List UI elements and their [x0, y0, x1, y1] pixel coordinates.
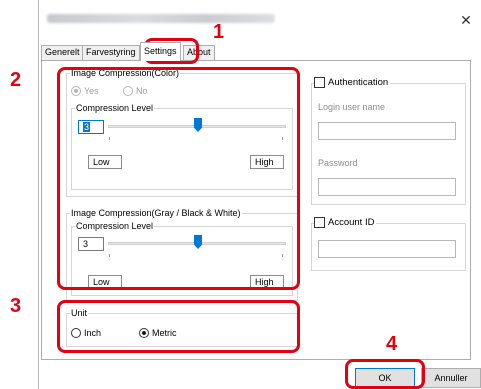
gray-compression-group: Image Compression(Gray / Black & White) … — [66, 208, 298, 301]
password-input[interactable] — [318, 178, 456, 196]
radio-dot-icon — [71, 86, 81, 96]
gray-compression-title: Image Compression(Gray / Black & White) — [70, 208, 242, 218]
color-yes-radio[interactable]: Yes — [71, 86, 99, 96]
checkbox-icon — [314, 217, 325, 228]
gray-low-label[interactable]: Low — [88, 275, 122, 289]
gray-compression-level-group: Compression Level 3 Low High — [71, 221, 293, 296]
tab-settings[interactable]: Settings — [140, 42, 181, 61]
gray-level-slider-thumb[interactable] — [194, 235, 202, 249]
slider-tick — [109, 254, 110, 257]
color-no-label: No — [136, 86, 148, 96]
callout-number-1: 1 — [213, 21, 225, 43]
color-low-label[interactable]: Low — [88, 155, 122, 169]
gray-level-input[interactable]: 3 — [78, 237, 104, 251]
account-id-checkbox[interactable]: Account ID — [314, 217, 377, 228]
slider-tick — [282, 254, 283, 257]
gray-level-title: Compression Level — [75, 221, 155, 231]
gray-high-label[interactable]: High — [250, 275, 284, 289]
color-compression-group: Image Compression(Color) Yes No Compress… — [66, 68, 298, 197]
authentication-label: Authentication — [328, 77, 389, 88]
radio-dot-icon — [71, 328, 81, 338]
color-level-slider-thumb[interactable] — [194, 118, 202, 132]
unit-inch-label: Inch — [84, 328, 102, 338]
color-level-title: Compression Level — [75, 103, 155, 113]
color-compression-title: Image Compression(Color) — [70, 68, 181, 78]
settings-tab-panel: Image Compression(Color) Yes No Compress… — [41, 60, 471, 360]
login-user-name-input[interactable] — [318, 122, 456, 140]
callout-number-3: 3 — [10, 295, 22, 317]
ok-button[interactable]: OK — [355, 368, 415, 388]
unit-inch-radio[interactable]: Inch — [71, 328, 101, 338]
cancel-button[interactable]: Annuller — [421, 368, 481, 388]
tab-about[interactable]: About — [183, 45, 215, 60]
unit-group: Unit Inch Metric — [66, 308, 298, 347]
tab-generelt[interactable]: Generelt — [41, 45, 84, 60]
radio-dot-icon — [139, 328, 149, 338]
account-id-group: Account ID — [311, 217, 466, 271]
slider-tick — [109, 137, 110, 140]
blurred-window-title — [47, 14, 275, 23]
callout-number-2: 2 — [10, 69, 22, 91]
checkbox-icon — [314, 77, 325, 88]
password-label: Password — [318, 158, 358, 168]
unit-metric-radio[interactable]: Metric — [139, 328, 177, 338]
settings-dialog: ✕ Generelt Farvestyring Settings About I… — [38, 0, 481, 389]
authentication-checkbox[interactable]: Authentication — [314, 77, 391, 88]
authentication-group: Authentication Login user name Password — [311, 77, 466, 205]
account-id-input[interactable] — [318, 240, 456, 258]
color-compression-level-group: Compression Level 3 Low High — [71, 103, 293, 190]
color-yes-label: Yes — [84, 86, 99, 96]
tab-farvestyring[interactable]: Farvestyring — [82, 45, 140, 60]
callout-number-4: 4 — [386, 333, 398, 355]
radio-dot-icon — [123, 86, 133, 96]
unit-metric-label: Metric — [152, 328, 177, 338]
slider-tick — [282, 137, 283, 140]
color-no-radio[interactable]: No — [123, 86, 148, 96]
login-user-name-label: Login user name — [318, 102, 386, 112]
color-high-label[interactable]: High — [250, 155, 284, 169]
close-icon[interactable]: ✕ — [451, 10, 481, 30]
unit-title: Unit — [70, 308, 89, 318]
title-bar: ✕ — [39, 0, 481, 38]
account-id-label: Account ID — [328, 217, 375, 228]
color-level-input[interactable]: 3 — [78, 120, 104, 134]
